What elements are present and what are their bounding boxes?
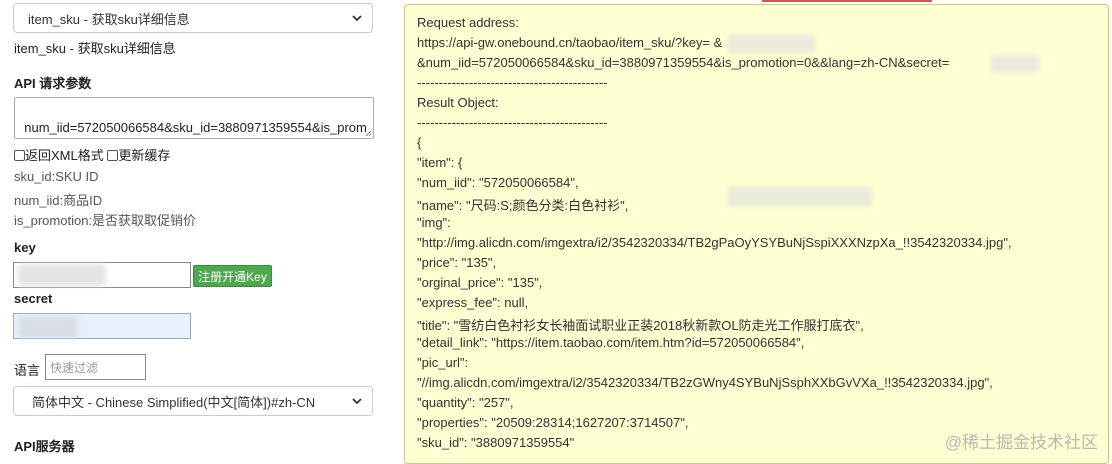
update-cache-label: 更新缓存: [118, 148, 171, 163]
param-help-promotion: is_promotion:是否获取取促销价: [14, 213, 197, 228]
params-textarea-value: num_iid=572050066584&sku_id=388097135955…: [24, 120, 367, 135]
secret-redacted: [18, 316, 78, 338]
register-key-button[interactable]: 注册开通Key: [193, 265, 272, 287]
result-line: "name": "尺码:S;颜色分类:白色衬衫",: [417, 198, 629, 213]
params-textarea[interactable]: num_iid=572050066584&sku_id=388097135955…: [14, 97, 374, 139]
params-heading: API 请求参数: [14, 76, 92, 91]
result-line: "sku_id": "3880971359554": [417, 435, 575, 450]
key-redacted: [18, 264, 106, 286]
result-line: "orginal_price": "135",: [417, 275, 543, 290]
result-line: "detail_link": "https://item.taobao.com/…: [417, 335, 805, 350]
result-panel: Request address: https://api-gw.onebound…: [404, 4, 1109, 464]
xml-format-label: 返回XML格式: [25, 148, 104, 163]
secret-input[interactable]: [13, 313, 191, 339]
result-line: {: [417, 135, 422, 150]
result-line: "http://img.alicdn.com/imgextra/i2/35423…: [417, 235, 1012, 250]
options-row: 返回XML格式 更新缓存: [14, 145, 170, 164]
server-heading: API服务器: [14, 439, 75, 454]
result-line: "title": "雪纺白色衬衫女长袖面试职业正装2018秋新款OL防走光工作服…: [417, 318, 864, 333]
result-line: "properties": "20509:28314;1627207:37145…: [417, 415, 689, 430]
result-line: &num_iid=572050066584&sku_id=38809713595…: [417, 55, 950, 70]
result-line: "pic_url":: [417, 355, 469, 370]
update-cache-checkbox[interactable]: [107, 150, 119, 161]
result-line: "num_iid": "572050066584",: [417, 175, 579, 190]
watermark: @稀土掘金技术社区: [944, 433, 1098, 452]
xml-format-checkbox[interactable]: [14, 150, 25, 161]
language-select-value: 简体中文 - Chinese Simplified(中文[简体])#zh-CN: [32, 394, 316, 410]
redacted-key: [727, 35, 815, 53]
api-method-select[interactable]: item_sku - 获取sku详细信息: [13, 3, 373, 33]
param-help-numiid: num_iid:商品ID: [14, 193, 103, 208]
redacted-secret: [990, 55, 1040, 73]
result-line: "//img.alicdn.com/imgextra/i2/3542320334…: [417, 375, 993, 390]
result-line: "item": {: [417, 155, 463, 170]
redacted-name: [727, 187, 872, 207]
language-label: 语言: [14, 363, 41, 378]
result-line: "img":: [417, 215, 451, 230]
result-line: ----------------------------------------…: [417, 115, 608, 130]
language-select[interactable]: 简体中文 - Chinese Simplified(中文[简体])#zh-CN: [13, 386, 373, 416]
key-input[interactable]: [13, 262, 191, 288]
top-accent-bar: [762, 0, 932, 2]
result-line: "quantity": "257",: [417, 395, 514, 410]
result-line: Request address:: [417, 15, 519, 30]
result-line: "price": "135",: [417, 255, 497, 270]
language-filter-placeholder: 快速过滤: [50, 360, 99, 375]
param-help-sku: sku_id:SKU ID: [14, 169, 99, 184]
result-line: Result Object:: [417, 95, 499, 110]
api-title: item_sku - 获取sku详细信息: [14, 41, 176, 56]
chevron-down-icon: [352, 15, 362, 22]
chevron-down-icon: [352, 398, 362, 405]
api-method-select-value: item_sku - 获取sku详细信息: [28, 11, 190, 27]
result-line: https://api-gw.onebound.cn/taobao/item_s…: [417, 35, 723, 50]
result-line: ----------------------------------------…: [417, 75, 608, 90]
language-filter-input[interactable]: 快速过滤: [45, 354, 146, 380]
key-label: key: [14, 240, 36, 255]
result-line: "express_fee": null,: [417, 295, 529, 310]
resize-grip-icon[interactable]: [364, 129, 372, 137]
secret-label: secret: [14, 291, 53, 306]
